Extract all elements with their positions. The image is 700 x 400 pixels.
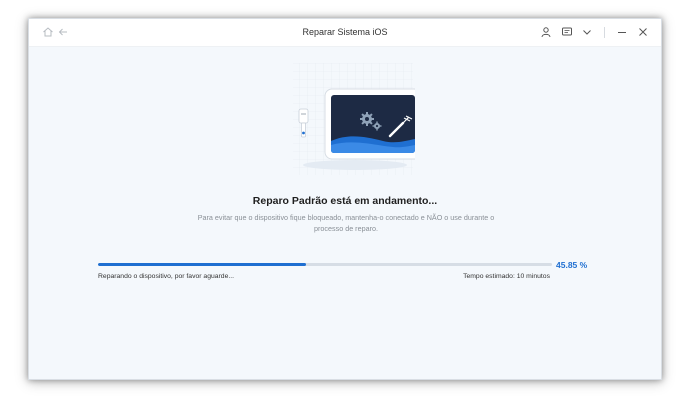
status-text: Reparando o dispositivo, por favor aguar… <box>98 273 235 280</box>
app-window: Reparar Sistema iOS Reparo Padrão está e… <box>28 18 662 380</box>
estimated-time: Tempo estimado: 10 minutos <box>463 273 550 280</box>
titlebar-divider <box>604 27 605 38</box>
progress-description: Para evitar que o dispositivo fique bloq… <box>197 213 495 233</box>
progress-bar <box>98 263 552 266</box>
progress-heading: Reparo Padrão está em andamento... <box>252 195 438 207</box>
progress-bar-fill <box>98 263 307 266</box>
user-icon[interactable] <box>539 25 553 39</box>
repair-illustration <box>275 63 422 175</box>
title-bar: Reparar Sistema iOS <box>29 19 661 47</box>
progress-percent: 45.85 % <box>556 260 588 270</box>
device-icon <box>324 88 422 160</box>
chevron-down-icon[interactable] <box>580 25 594 39</box>
minimize-icon[interactable] <box>615 25 629 39</box>
feedback-icon[interactable] <box>560 25 574 39</box>
close-icon[interactable] <box>636 25 650 39</box>
